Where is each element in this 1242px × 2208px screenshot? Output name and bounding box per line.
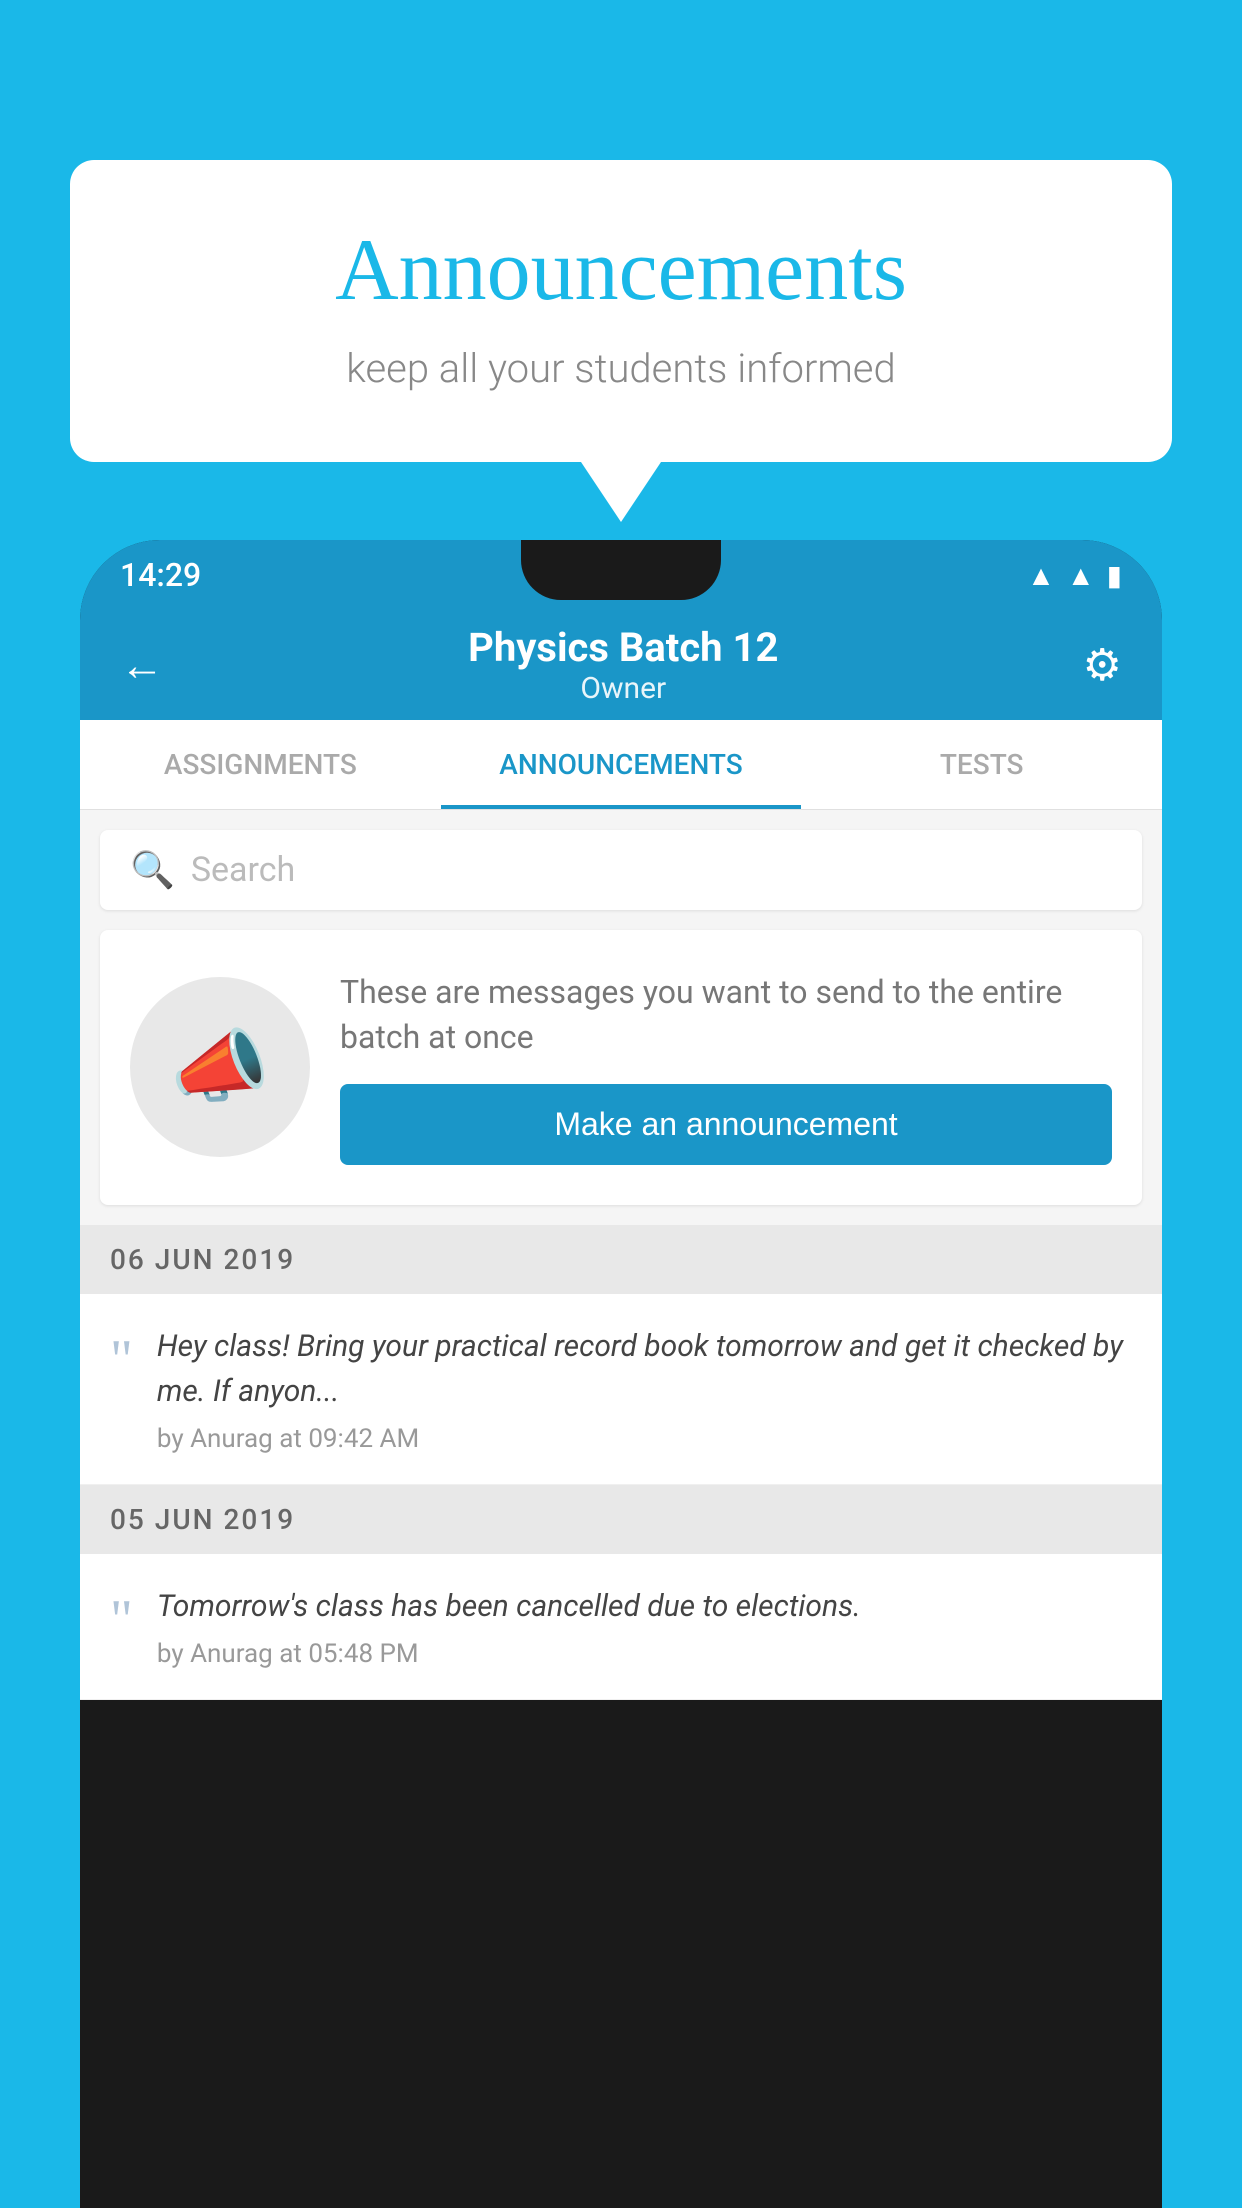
- make-announcement-button[interactable]: Make an announcement: [340, 1084, 1112, 1165]
- status-time: 14:29: [120, 556, 201, 594]
- screen-content: 🔍 Search 📣 These are messages you want t…: [80, 810, 1162, 1700]
- app-bar-title: Physics Batch 12: [174, 624, 1073, 671]
- announcement-meta-2: by Anurag at 05:48 PM: [157, 1639, 1132, 1669]
- speech-bubble: Announcements keep all your students inf…: [70, 160, 1172, 462]
- announcement-content-2: Tomorrow's class has been cancelled due …: [157, 1584, 1132, 1669]
- phone-frame: 14:29 ▲ ▲ ▮ ← Physics Batch 12 Owner ⚙ A…: [80, 540, 1162, 2208]
- announcement-prompt-card: 📣 These are messages you want to send to…: [100, 930, 1142, 1205]
- tab-tests[interactable]: TESTS: [801, 720, 1162, 809]
- phone-notch: [521, 540, 721, 600]
- app-bar-subtitle: Owner: [174, 671, 1073, 706]
- status-icons: ▲ ▲ ▮: [1027, 559, 1122, 592]
- quote-icon-1: ": [110, 1332, 133, 1388]
- bubble-arrow: [581, 462, 661, 522]
- bubble-subtitle: keep all your students informed: [150, 345, 1092, 392]
- tab-assignments[interactable]: ASSIGNMENTS: [80, 720, 441, 809]
- megaphone-icon: 📣: [170, 1020, 270, 1114]
- settings-icon[interactable]: ⚙: [1073, 629, 1132, 701]
- tab-bar: ASSIGNMENTS ANNOUNCEMENTS TESTS: [80, 720, 1162, 810]
- search-icon: 🔍: [130, 849, 175, 891]
- speech-bubble-section: Announcements keep all your students inf…: [70, 160, 1172, 522]
- announcement-icon-circle: 📣: [130, 977, 310, 1157]
- battery-icon: ▮: [1107, 559, 1122, 592]
- search-placeholder: Search: [191, 850, 295, 890]
- announcement-content-1: Hey class! Bring your practical record b…: [157, 1324, 1132, 1454]
- announcement-item-2: " Tomorrow's class has been cancelled du…: [80, 1554, 1162, 1700]
- app-bar-title-container: Physics Batch 12 Owner: [174, 624, 1073, 706]
- status-bar: 14:29 ▲ ▲ ▮: [80, 540, 1162, 610]
- tab-announcements[interactable]: ANNOUNCEMENTS: [441, 720, 802, 809]
- quote-icon-2: ": [110, 1592, 133, 1648]
- announcement-item-1: " Hey class! Bring your practical record…: [80, 1294, 1162, 1485]
- app-bar: ← Physics Batch 12 Owner ⚙: [80, 610, 1162, 720]
- wifi-icon: ▲: [1027, 559, 1055, 592]
- bubble-title: Announcements: [150, 220, 1092, 321]
- back-button[interactable]: ←: [110, 629, 174, 701]
- date-section-2: 05 JUN 2019: [80, 1485, 1162, 1554]
- announcement-prompt-right: These are messages you want to send to t…: [340, 970, 1112, 1165]
- search-bar[interactable]: 🔍 Search: [100, 830, 1142, 910]
- announcement-meta-1: by Anurag at 09:42 AM: [157, 1424, 1132, 1454]
- signal-icon: ▲: [1067, 559, 1095, 592]
- announcement-description: These are messages you want to send to t…: [340, 970, 1112, 1060]
- announcement-text-1: Hey class! Bring your practical record b…: [157, 1324, 1132, 1414]
- date-section-1: 06 JUN 2019: [80, 1225, 1162, 1294]
- announcement-text-2: Tomorrow's class has been cancelled due …: [157, 1584, 1132, 1629]
